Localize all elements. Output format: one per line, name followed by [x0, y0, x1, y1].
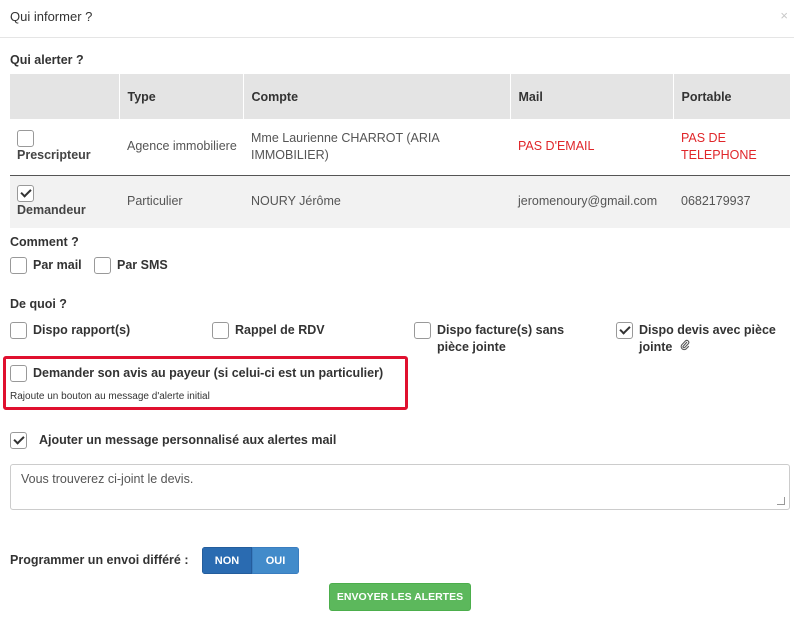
modal-title: Qui informer ?	[10, 9, 93, 24]
recipient-select-cell: Demandeur	[10, 175, 119, 228]
invoice-label: Dispo facture(s) sans pièce jointe	[437, 323, 565, 354]
prescripteur-checkbox[interactable]	[17, 129, 34, 147]
paperclip-icon	[680, 339, 690, 356]
report-checkbox[interactable]	[10, 322, 27, 339]
recipient-type: Agence immobiliere	[119, 119, 243, 176]
custom-message-text: Vous trouverez ci-joint le devis.	[21, 472, 194, 486]
quote-option[interactable]: Dispo devis avec pièce jointe	[616, 322, 786, 356]
rdv-option[interactable]: Rappel de RDV	[212, 322, 325, 339]
report-label: Dispo rapport(s)	[33, 323, 131, 337]
rdv-label: Rappel de RDV	[235, 323, 325, 337]
table-row: Demandeur Particulier NOURY Jérôme jerom…	[10, 175, 790, 228]
quote-label-wrap: Dispo devis avec pièce jointe	[639, 322, 786, 356]
close-icon[interactable]: ×	[780, 8, 788, 23]
by-mail-checkbox[interactable]	[10, 257, 27, 274]
by-sms-label: Par SMS	[117, 258, 168, 272]
table-header-select	[10, 74, 120, 119]
modal-header: Qui informer ? ×	[0, 0, 794, 38]
recipient-type: Particulier	[119, 175, 243, 228]
by-sms-checkbox[interactable]	[94, 257, 111, 274]
table-header-phone: Portable	[673, 74, 790, 119]
section-how: Comment ?	[10, 235, 79, 249]
recipient-role: Prescripteur	[17, 147, 91, 162]
invoice-checkbox[interactable]	[414, 322, 431, 339]
feedback-checkbox[interactable]	[10, 365, 27, 382]
recipient-account: Mme Laurienne CHARROT (ARIA IMMOBILIER)	[243, 119, 510, 176]
section-schedule: Programmer un envoi différé :	[10, 553, 189, 567]
send-alerts-button[interactable]: ENVOYER LES ALERTES	[329, 583, 471, 611]
quote-checkbox[interactable]	[616, 322, 633, 339]
resize-grip-icon[interactable]	[777, 497, 785, 505]
table-header-account: Compte	[243, 74, 511, 119]
table-header-type: Type	[119, 74, 244, 119]
toggle-yes-button[interactable]: OUI	[252, 547, 299, 574]
recipient-phone: PAS DE TELEPHONE	[673, 119, 790, 176]
by-mail-label: Par mail	[33, 258, 82, 272]
recipient-mail: jeromenoury@gmail.com	[510, 175, 673, 228]
recipient-mail: PAS D'EMAIL	[510, 119, 673, 176]
custom-message-label: Ajouter un message personnalisé aux aler…	[39, 433, 337, 447]
section-what: De quoi ?	[10, 297, 67, 311]
section-who: Qui alerter ?	[10, 53, 84, 67]
feedback-hint: Rajoute un bouton au message d'alerte in…	[10, 391, 210, 402]
custom-message-input[interactable]: Vous trouverez ci-joint le devis.	[10, 464, 790, 510]
recipients-table: Type Compte Mail Portable Prescripteur A…	[10, 74, 790, 228]
rdv-checkbox[interactable]	[212, 322, 229, 339]
deferred-toggle[interactable]: NON OUI	[202, 547, 299, 574]
table-header-mail: Mail	[510, 74, 674, 119]
table-row: Prescripteur Agence immobiliere Mme Laur…	[10, 119, 790, 176]
recipient-phone: 0682179937	[673, 175, 790, 228]
toggle-no-button[interactable]: NON	[202, 547, 252, 574]
custom-message-option[interactable]: Ajouter un message personnalisé aux aler…	[10, 432, 336, 449]
by-sms-option[interactable]: Par SMS	[94, 257, 168, 274]
invoice-option[interactable]: Dispo facture(s) sans pièce jointe	[414, 322, 584, 356]
feedback-label: Demander son avis au payeur (si celui-ci…	[33, 366, 384, 380]
custom-message-checkbox[interactable]	[10, 432, 27, 449]
by-mail-option[interactable]: Par mail	[10, 257, 82, 274]
feedback-option[interactable]: Demander son avis au payeur (si celui-ci…	[10, 365, 383, 382]
report-option[interactable]: Dispo rapport(s)	[10, 322, 130, 339]
recipient-role: Demandeur	[17, 202, 86, 217]
demandeur-checkbox[interactable]	[17, 184, 34, 202]
recipient-select-cell: Prescripteur	[10, 119, 119, 176]
quote-label: Dispo devis avec pièce jointe	[639, 323, 776, 354]
recipient-account: NOURY Jérôme	[243, 175, 510, 228]
